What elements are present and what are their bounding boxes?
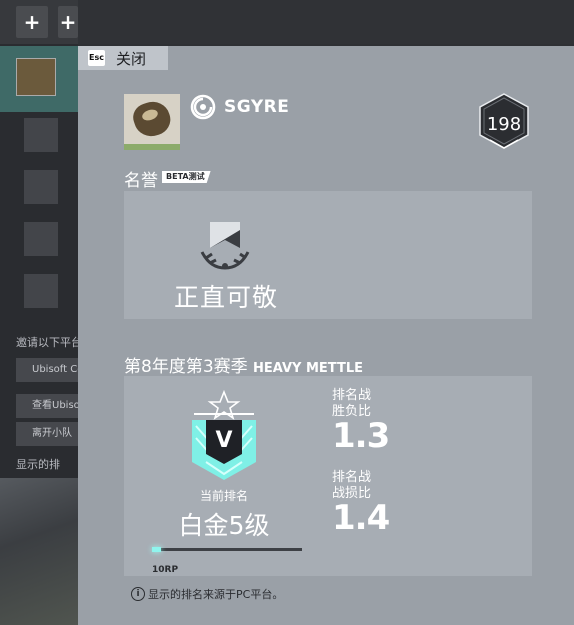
season-name: HEAVY METTLE [253, 361, 364, 376]
platform-note: 显示的排名来源于PC平台。 [148, 588, 284, 601]
background-slot [24, 222, 58, 256]
background-slot [24, 118, 58, 152]
info-icon: i [131, 587, 145, 601]
rp-progress-fill [152, 547, 161, 552]
background-slot [24, 274, 58, 308]
season-title-text: 第8年度第3赛季 [124, 357, 248, 377]
rank-emblem-letter: V [215, 428, 232, 453]
rank-emblem-icon: V [192, 390, 256, 480]
background-invite-text: 邀请以下平台 [16, 336, 82, 349]
player-level: 198 [486, 114, 522, 135]
stat-label-line: 排名战 [332, 470, 372, 485]
add-icon-2: + [58, 6, 78, 38]
overlay-top-band [78, 0, 574, 46]
honor-name: 正直可敬 [173, 283, 278, 312]
honor-badge-icon [200, 222, 250, 270]
current-rank: 白金5级 [178, 511, 270, 540]
close-button[interactable]: Esc 关闭 [78, 46, 168, 70]
add-icon: + [16, 6, 48, 38]
beta-badge: BETA测试 [162, 171, 211, 183]
close-label: 关闭 [116, 50, 147, 68]
rp-progress-bar [152, 547, 302, 552]
ubisoft-icon [190, 94, 216, 120]
esc-key-icon: Esc [88, 50, 105, 66]
stat-value-kd: 1.4 [332, 498, 390, 538]
background-slot [24, 170, 58, 204]
background-artwork [0, 478, 78, 625]
background-friend-card [0, 46, 78, 112]
stat-label-line: 排名战 [332, 388, 372, 403]
season-title: 第8年度第3赛季 HEAVY METTLE [124, 352, 363, 377]
current-rank-label: 当前排名 [199, 489, 248, 503]
rp-label: 10RP [152, 565, 179, 575]
stat-value-win-loss: 1.3 [332, 416, 390, 456]
friend-avatar [16, 58, 56, 96]
honor-section-title: 名誉 [124, 171, 158, 191]
background-info-text: 显示的排 [16, 458, 60, 471]
player-avatar [124, 94, 180, 150]
player-username: SGYRE [224, 97, 290, 117]
